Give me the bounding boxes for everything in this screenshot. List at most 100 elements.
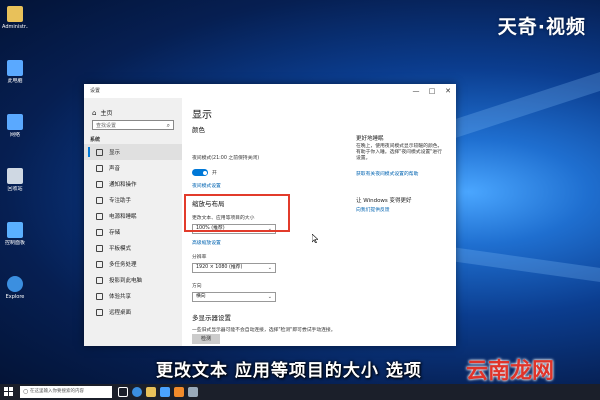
color-heading: 颜色 — [192, 126, 205, 134]
settings-search-input[interactable]: 查找设置 ⌕ — [92, 120, 174, 130]
desktop-icon-label: 回收站 — [7, 186, 23, 192]
folder-user-icon — [7, 6, 23, 22]
taskbar-search-placeholder: 在这里输入你要搜索的内容 — [30, 389, 84, 394]
watermark: 云南龙网 — [466, 359, 555, 384]
desktop-icon-admin[interactable]: Administr... — [2, 6, 28, 46]
desktop-icon-computer[interactable]: 此电脑 — [2, 60, 28, 100]
network-icon — [7, 114, 23, 130]
windows-start-icon[interactable] — [4, 387, 14, 397]
computer-icon — [7, 60, 23, 76]
minimize-button[interactable]: — — [408, 84, 424, 98]
settings-nav: ⌂ 主页 查找设置 ⌕ 系统 显示 声音 通知和操作 专注助手 电源和睡眠 存储… — [84, 98, 182, 346]
nav-item-label: 体验共享 — [109, 294, 132, 300]
multi-display-heading: 多显示器设置 — [192, 314, 231, 322]
sleep-help-link[interactable]: 获取有关夜间模式设置的帮助 — [356, 170, 448, 177]
monitor-icon — [96, 148, 103, 156]
maximize-button[interactable]: □ — [424, 84, 440, 98]
desktop-icon-label: 控制面板 — [4, 240, 25, 246]
orientation-label: 方向 — [192, 284, 202, 289]
close-button[interactable]: ✕ — [440, 84, 456, 98]
recycle-bin-icon — [7, 168, 23, 184]
settings-icon[interactable] — [188, 387, 198, 397]
desktop-icon-recycle[interactable]: 回收站 — [2, 168, 28, 208]
taskbar-search-input[interactable]: ○ 在这里输入你要搜索的内容 — [20, 386, 112, 398]
nav-item-label: 专注助手 — [109, 198, 132, 204]
highlight-box — [184, 194, 290, 232]
nav-item-sound[interactable]: 声音 — [84, 160, 182, 176]
tablet-icon — [96, 244, 103, 252]
resolution-label: 分辨率 — [192, 255, 207, 260]
title-bar[interactable]: 设置 — □ ✕ — [84, 84, 456, 98]
nav-list: 显示 声音 通知和操作 专注助手 电源和睡眠 存储 平板模式 多任务处理 投影到… — [84, 144, 182, 320]
multi-display-description: 一些旧式显示器可能不会自动连接，选择"检测"即可尝试手动连接。 — [192, 328, 336, 333]
desktop-icons: Administr... 此电脑 网络 回收站 控制面板 Explore — [2, 4, 28, 330]
desktop-icon-control-panel[interactable]: 控制面板 — [2, 222, 28, 262]
toggle-state-label: 开 — [212, 171, 217, 176]
nav-item-label: 声音 — [109, 166, 121, 172]
power-icon — [96, 212, 103, 220]
resolution-value: 1920 × 1080 (推荐) — [196, 265, 243, 270]
nav-item-notifications[interactable]: 通知和操作 — [84, 176, 182, 192]
page-title: 显示 — [192, 110, 212, 121]
nav-home[interactable]: ⌂ 主页 — [92, 108, 113, 118]
nav-section-title: 系统 — [90, 137, 101, 143]
nav-item-label: 显示 — [109, 150, 121, 156]
brand-logo: 天奇·视频 — [497, 16, 586, 38]
multitask-icon — [96, 260, 103, 268]
window-title: 设置 — [90, 88, 101, 94]
remote-desktop-icon — [96, 308, 103, 316]
storage-icon — [96, 228, 103, 236]
feedback-link[interactable]: 向我们提供反馈 — [356, 206, 390, 213]
control-panel-icon — [7, 222, 23, 238]
search-icon: ○ — [23, 388, 29, 395]
nav-item-projecting[interactable]: 投影到此电脑 — [84, 272, 182, 288]
nav-item-remote-desktop[interactable]: 远程桌面 — [84, 304, 182, 320]
moon-icon — [96, 196, 103, 204]
app-orange-icon[interactable] — [174, 387, 184, 397]
store-icon[interactable] — [160, 387, 170, 397]
video-caption: 更改文本 应用等项目的大小 选项 — [156, 361, 422, 381]
file-explorer-icon[interactable] — [146, 387, 156, 397]
search-placeholder: 查找设置 — [96, 123, 117, 129]
nav-item-multitasking[interactable]: 多任务处理 — [84, 256, 182, 272]
speaker-icon — [96, 164, 103, 172]
chevron-down-icon: ⌄ — [267, 265, 272, 271]
nav-item-label: 平板模式 — [109, 246, 132, 252]
nav-item-tablet-mode[interactable]: 平板模式 — [84, 240, 182, 256]
nav-item-storage[interactable]: 存储 — [84, 224, 182, 240]
chevron-down-icon: ⌄ — [267, 294, 272, 300]
nav-item-label: 电源和睡眠 — [109, 214, 137, 220]
notification-icon — [96, 180, 103, 188]
desktop-icon-label: 此电脑 — [7, 78, 23, 84]
nav-item-label: 存储 — [109, 230, 121, 236]
taskbar: ○ 在这里输入你要搜索的内容 — [0, 384, 600, 400]
desktop-icon-label: Administr... — [2, 24, 28, 30]
share-icon — [96, 292, 103, 300]
detect-button[interactable]: 检测 — [192, 334, 220, 344]
desktop-icon-label: 网络 — [9, 132, 20, 138]
desktop-icon-network[interactable]: 网络 — [2, 114, 28, 154]
ie-icon[interactable] — [132, 387, 142, 397]
nav-item-label: 多任务处理 — [109, 262, 137, 268]
projector-icon — [96, 276, 103, 284]
orientation-dropdown[interactable]: 横向 ⌄ — [192, 292, 276, 302]
desktop-icon-explore[interactable]: Explore — [2, 276, 28, 316]
orientation-value: 横向 — [196, 294, 206, 299]
advanced-scaling-link[interactable]: 高级缩放设置 — [192, 239, 221, 246]
night-light-description: 夜间模式(21:00 之前保持关闭) — [192, 156, 260, 161]
night-light-toggle[interactable] — [192, 169, 208, 176]
nav-item-display[interactable]: 显示 — [84, 144, 182, 160]
sleep-tip-title: 更好地睡眠 — [356, 136, 384, 142]
nav-home-label: 主页 — [100, 110, 113, 117]
nav-item-power[interactable]: 电源和睡眠 — [84, 208, 182, 224]
nav-item-label: 通知和操作 — [109, 182, 137, 188]
night-light-settings-link[interactable]: 夜间模式设置 — [192, 182, 221, 189]
home-icon: ⌂ — [92, 108, 97, 117]
nav-item-label: 投影到此电脑 — [109, 278, 143, 284]
task-view-icon[interactable] — [118, 387, 128, 397]
nav-item-focus-assist[interactable]: 专注助手 — [84, 192, 182, 208]
sleep-tip-description: 在晚上，使用夜间模式显示较暖的颜色，有助于你入睡。选择"夜间模式设置"进行设置。 — [356, 144, 443, 162]
nav-item-shared-experiences[interactable]: 体验共享 — [84, 288, 182, 304]
search-icon: ⌕ — [166, 122, 170, 129]
resolution-dropdown[interactable]: 1920 × 1080 (推荐) ⌄ — [192, 263, 276, 273]
